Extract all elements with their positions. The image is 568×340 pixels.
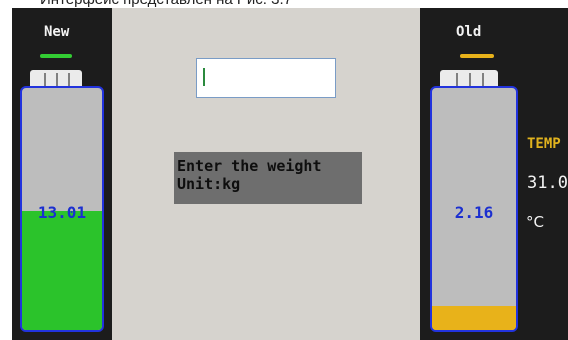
old-tank: 2.16 (430, 86, 518, 332)
prompt-box: Enter the weight Unit:kg (174, 152, 362, 204)
old-tank-title: Old (456, 24, 482, 40)
new-tank-value: 13.01 (37, 203, 87, 222)
new-tank: 13.01 (20, 86, 104, 332)
weight-input[interactable] (196, 58, 336, 98)
old-tank-indicator (460, 54, 494, 58)
new-tank-title: New (44, 24, 70, 40)
new-tank-fill (22, 211, 102, 330)
prompt-line-1: Enter the weight (177, 157, 322, 175)
new-tank-cap (30, 70, 82, 86)
prompt-line-2: Unit:kg (177, 175, 241, 193)
caption-text: Интерфейс представлен на Рис. 3.7 (40, 0, 292, 8)
old-tank-fill (432, 305, 516, 330)
temperature-label: TEMP (527, 136, 561, 152)
center-panel: Enter the weight Unit:kg (112, 8, 420, 340)
old-tank-value: 2.16 (454, 203, 494, 222)
text-caret (203, 68, 205, 86)
temperature-unit: °C (526, 213, 544, 231)
caption-strip: Интерфейс представлен на Рис. 3.7 (0, 0, 568, 8)
new-tank-indicator (40, 54, 72, 58)
temperature-value: 31.0 (527, 173, 568, 193)
old-tank-cap (440, 70, 498, 86)
